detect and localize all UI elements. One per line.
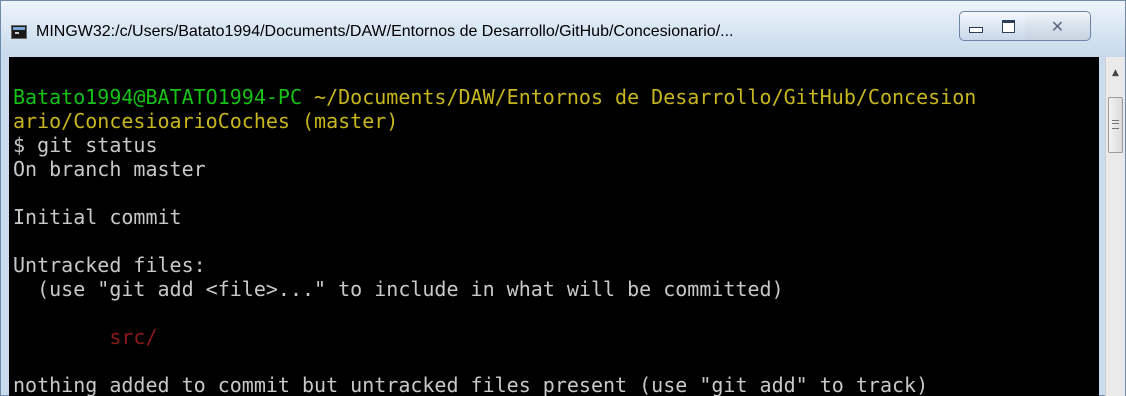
terminal-output[interactable]: Batato1994@BATATO1994-PC ~/Documents/DAW… bbox=[9, 57, 1099, 396]
vertical-scrollbar[interactable]: ▲ bbox=[1105, 57, 1125, 396]
output-untracked-hint: (use "git add <file>..." to include in w… bbox=[13, 277, 784, 301]
output-nothing-added: nothing added to commit but untracked fi… bbox=[13, 373, 929, 396]
minimize-button[interactable] bbox=[959, 11, 993, 41]
title-bar[interactable]: MINGW32:/c/Users/Batato1994/Documents/DA… bbox=[1, 1, 1125, 57]
prompt-line-2: ario/ConcesioarioCoches (master) bbox=[13, 109, 976, 133]
prompt-path: ~/Documents/DAW/Entornos de Desarrollo/G… bbox=[301, 85, 977, 109]
terminal-lines: Batato1994@BATATO1994-PC ~/Documents/DAW… bbox=[13, 85, 976, 396]
maximize-button[interactable] bbox=[992, 11, 1026, 41]
minimize-icon bbox=[969, 27, 983, 33]
terminal-app-icon[interactable] bbox=[11, 25, 27, 39]
output-untracked-file-row: src/ bbox=[13, 325, 976, 349]
prompt-branch: (master) bbox=[289, 109, 399, 133]
output-untracked-header: Untracked files: bbox=[13, 253, 206, 277]
output-initial-commit: Initial commit bbox=[13, 205, 182, 229]
window-title: MINGW32:/c/Users/Batato1994/Documents/DA… bbox=[36, 23, 734, 40]
untracked-file: src/ bbox=[109, 325, 158, 349]
output-branch: On branch master bbox=[13, 157, 206, 181]
prompt-path-continued: ario/ConcesioarioCoches bbox=[13, 109, 290, 133]
maximize-icon bbox=[1002, 19, 1015, 33]
command-line: $ git status bbox=[13, 133, 158, 157]
scroll-up-arrow-icon[interactable]: ▲ bbox=[1106, 65, 1125, 81]
terminal-window: MINGW32:/c/Users/Batato1994/Documents/DA… bbox=[0, 0, 1126, 396]
close-button[interactable]: ✕ bbox=[1025, 11, 1091, 41]
prompt-user-host: Batato1994@BATATO1994-PC bbox=[13, 85, 302, 109]
scroll-thumb[interactable] bbox=[1108, 97, 1123, 153]
close-icon: ✕ bbox=[1050, 16, 1065, 36]
prompt-line-1: Batato1994@BATATO1994-PC ~/Documents/DAW… bbox=[13, 85, 976, 109]
